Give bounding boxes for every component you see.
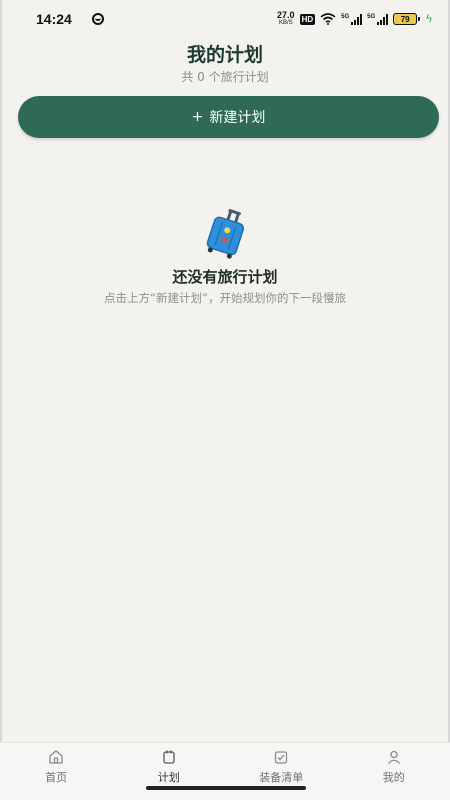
network-speed-unit: KB/S — [278, 20, 293, 26]
plan-icon — [163, 750, 175, 764]
tab-plan-label: 计划 — [157, 771, 180, 784]
status-indicators: 27.0 KB/S HD 5G 5G 79 ϟ — [277, 11, 432, 27]
tab-profile[interactable]: 我的 — [338, 743, 450, 800]
battery-icon: 79 — [393, 13, 421, 25]
empty-state-title: 还没有旅行计划 — [172, 268, 278, 286]
new-plan-label: 新建计划 — [209, 110, 266, 126]
tab-profile-label: 我的 — [382, 771, 405, 784]
notification-face-icon — [91, 13, 104, 25]
network-speed-value: 27.0 — [277, 10, 295, 20]
bottom-tab-bar: 首页 计划 装备清单 我的 — [0, 742, 450, 800]
empty-state-description: 点击上方“新建计划”，开始规划你的下一段慢旅 — [104, 291, 346, 305]
signal-1-label: 5G — [341, 13, 350, 20]
page-title: 我的计划 — [186, 44, 263, 66]
tab-checklist[interactable]: 装备清单 — [225, 743, 338, 800]
hd-badge: HD — [299, 13, 316, 25]
signal-icon-2: 5G — [367, 13, 389, 25]
home-indicator[interactable] — [146, 786, 306, 790]
signal-2-label: 5G — [367, 13, 376, 20]
network-speed: 27.0 KB/S — [277, 11, 295, 27]
charging-icon: ϟ — [426, 13, 432, 25]
plus-icon: + — [191, 109, 204, 125]
checklist-icon — [275, 751, 288, 764]
tab-checklist-label: 装备清单 — [259, 771, 304, 784]
wifi-icon — [320, 13, 336, 25]
status-bar: 14:24 27.0 KB/S HD 5G 5G 79 ϟ — [0, 0, 450, 38]
plan-count: 共 0 个旅行计划 — [181, 70, 269, 84]
tab-home-label: 首页 — [45, 771, 68, 784]
profile-icon — [387, 750, 400, 764]
status-time: 14:24 — [36, 11, 72, 27]
tab-home[interactable]: 首页 — [0, 743, 113, 800]
new-plan-button[interactable]: + 新建计划 — [18, 96, 439, 138]
suitcase-icon — [206, 209, 245, 259]
tab-plan[interactable]: 计划 — [113, 743, 226, 800]
signal-icon-1: 5G — [341, 13, 363, 25]
home-icon — [49, 750, 63, 764]
